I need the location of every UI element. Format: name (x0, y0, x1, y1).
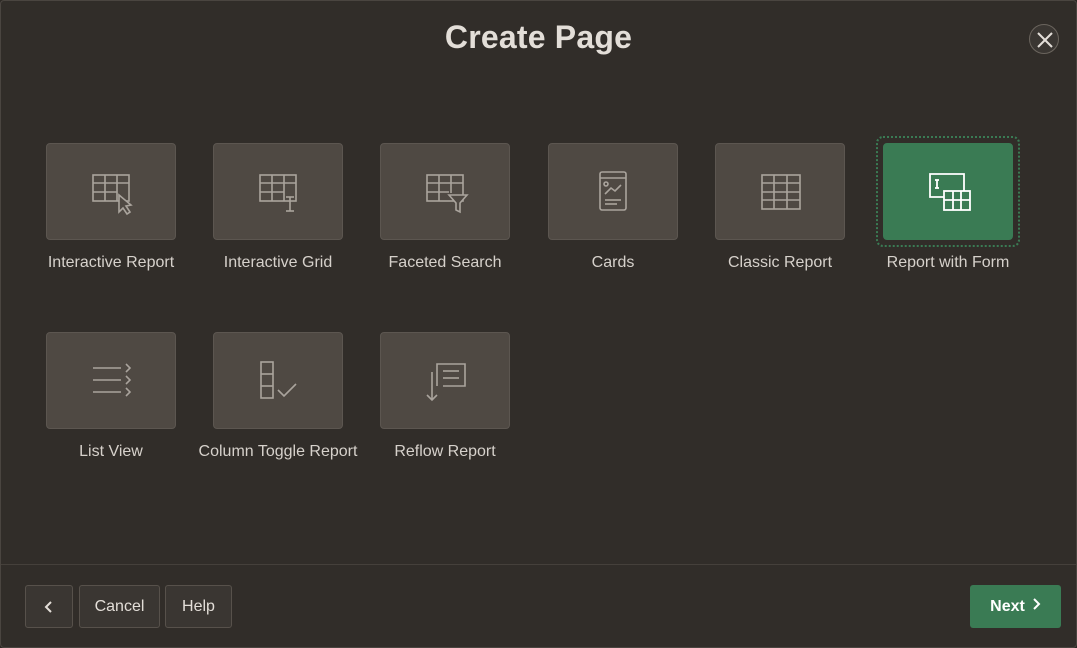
tile-report-with-form[interactable]: Report with Form (863, 136, 1033, 273)
tile-label: Column Toggle Report (198, 443, 358, 460)
close-button[interactable] (1029, 24, 1059, 54)
tile-column-toggle-report[interactable]: Column Toggle Report (193, 332, 363, 462)
tile-label: Reflow Report (394, 443, 496, 460)
back-button[interactable] (25, 585, 73, 628)
help-button[interactable]: Help (165, 585, 232, 628)
next-button-label: Next (990, 598, 1025, 615)
chevron-left-icon (44, 601, 52, 613)
cards-icon (599, 171, 627, 211)
tile-label: Report with Form (886, 254, 1010, 271)
interactive-grid-icon (259, 174, 297, 212)
tile-classic-report[interactable]: Classic Report (695, 143, 865, 273)
list-view-icon (93, 363, 132, 397)
reflow-report-icon (426, 363, 466, 402)
tile-cards[interactable]: Cards (528, 143, 698, 273)
create-page-dialog: Create Page Interactive Report Interacti… (0, 0, 1077, 648)
cancel-button[interactable]: Cancel (79, 585, 160, 628)
tile-interactive-grid[interactable]: Interactive Grid (193, 143, 363, 273)
tile-label: Interactive Grid (223, 254, 333, 271)
tile-interactive-report[interactable]: Interactive Report (26, 143, 196, 273)
dialog-title: Create Page (444, 19, 633, 55)
tile-label: Cards (591, 254, 635, 271)
tile-label: Classic Report (727, 254, 833, 271)
classic-report-icon (761, 174, 801, 210)
tile-faceted-search[interactable]: Faceted Search (360, 143, 530, 273)
report-with-form-icon (929, 173, 971, 211)
column-toggle-report-icon (260, 361, 297, 399)
interactive-report-icon (92, 174, 133, 216)
tile-label: List View (79, 443, 143, 460)
next-button[interactable]: Next (970, 585, 1061, 628)
tile-label: Faceted Search (388, 254, 502, 271)
close-icon (1037, 32, 1053, 48)
chevron-right-icon (1033, 598, 1041, 610)
tile-label: Interactive Report (47, 254, 175, 271)
footer-divider (1, 564, 1076, 565)
faceted-search-icon (426, 174, 469, 214)
tile-reflow-report[interactable]: Reflow Report (360, 332, 530, 462)
tile-list-view[interactable]: List View (26, 332, 196, 462)
